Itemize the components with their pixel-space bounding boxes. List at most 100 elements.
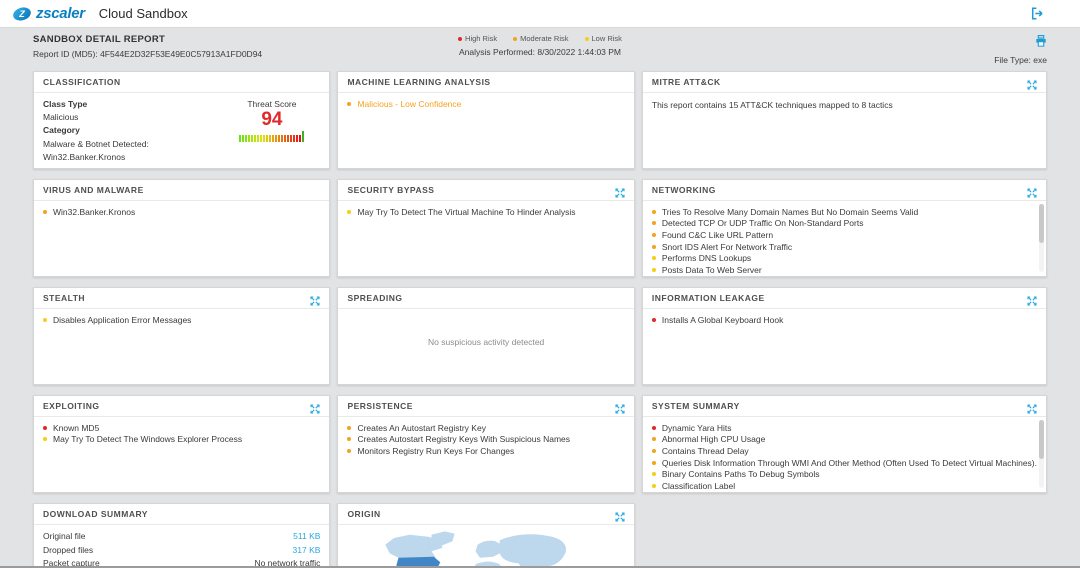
- moderate-risk-bullet: [652, 233, 656, 237]
- card-stealth: STEALTH Disables Application Error Messa…: [33, 287, 330, 385]
- expand-icon[interactable]: [615, 509, 625, 519]
- report-title: SANDBOX DETAIL REPORT: [33, 34, 353, 45]
- zscaler-swoosh-icon: Z: [12, 5, 32, 23]
- logout-icon[interactable]: [1031, 7, 1044, 25]
- finding-item: Snort IDS Alert For Network Traffic: [652, 241, 1037, 253]
- brand-wordmark: zscaler: [36, 5, 85, 22]
- threat-score-value: 94: [239, 110, 304, 130]
- finding-item: Known MD5: [43, 422, 320, 434]
- expand-icon[interactable]: [1027, 401, 1037, 411]
- finding-text: Posts Data To Web Server: [662, 265, 762, 275]
- legend-item-low: Low Risk: [585, 34, 622, 43]
- scrollbar-thumb[interactable]: [1039, 204, 1044, 243]
- classification-field: Category: [43, 124, 149, 137]
- low-risk-dot: [585, 37, 589, 41]
- card-system-summary: SYSTEM SUMMARY Dynamic Yara HitsAbnormal…: [642, 395, 1047, 493]
- expand-icon[interactable]: [1027, 77, 1037, 87]
- finding-text: Queries Disk Information Through WMI And…: [662, 458, 1037, 468]
- card-machine-learning: MACHINE LEARNING ANALYSIS Malicious - Lo…: [337, 71, 634, 169]
- finding-item: Binary Contains Paths To Debug Symbols: [652, 468, 1037, 480]
- legend-item-moderate: Moderate Risk: [513, 34, 568, 43]
- card-title: SECURITY BYPASS: [347, 185, 434, 195]
- finding-text: Found C&C Like URL Pattern: [662, 230, 773, 240]
- expand-icon[interactable]: [1027, 293, 1037, 303]
- card-title: SYSTEM SUMMARY: [652, 401, 740, 411]
- card-title: VIRUS AND MALWARE: [43, 185, 144, 195]
- finding-text: Monitors Registry Run Keys For Changes: [357, 446, 514, 456]
- low-risk-bullet: [652, 256, 656, 260]
- moderate-risk-bullet: [652, 210, 656, 214]
- report-id: Report ID (MD5): 4F544E2D32F53E49E0C5791…: [33, 49, 353, 59]
- analysis-performed: Analysis Performed: 8/30/2022 1:44:03 PM: [459, 47, 621, 57]
- expand-icon[interactable]: [615, 401, 625, 411]
- scrollbar-thumb[interactable]: [1039, 420, 1044, 459]
- card-download-summary: DOWNLOAD SUMMARY Original file511 KBDrop…: [33, 503, 330, 568]
- classification-field: Class Type: [43, 98, 149, 111]
- high-risk-dot: [458, 37, 462, 41]
- high-risk-bullet: [652, 318, 656, 322]
- finding-text: Win32.Banker.Kronos: [53, 207, 135, 217]
- download-link[interactable]: 511 KB: [293, 530, 320, 544]
- high-risk-bullet: [652, 426, 656, 430]
- system-summary-findings: Dynamic Yara HitsAbnormal High CPU Usage…: [643, 417, 1046, 492]
- moderate-risk-bullet: [347, 102, 351, 106]
- low-risk-bullet: [652, 472, 656, 476]
- stealth-findings: Disables Application Error Messages: [34, 309, 329, 384]
- card-virus-and-malware: VIRUS AND MALWARE Win32.Banker.Kronos: [33, 179, 330, 277]
- card-title: ORIGIN: [347, 509, 380, 519]
- card-title: MACHINE LEARNING ANALYSIS: [347, 77, 490, 87]
- card-title: INFORMATION LEAKAGE: [652, 293, 765, 303]
- card-origin: ORIGIN: [337, 503, 634, 568]
- threat-score-label: Threat Score: [239, 99, 304, 109]
- expand-icon[interactable]: [1027, 185, 1037, 195]
- summary-label: Dropped files: [43, 544, 93, 558]
- finding-item: Contains Thread Delay: [652, 445, 1037, 457]
- download-link[interactable]: 317 KB: [293, 544, 321, 558]
- low-risk-bullet: [43, 437, 47, 441]
- expand-icon[interactable]: [310, 401, 320, 411]
- moderate-risk-bullet: [652, 245, 656, 249]
- file-type: File Type: exe: [994, 55, 1047, 65]
- finding-item: Tries To Resolve Many Domain Names But N…: [652, 206, 1037, 218]
- finding-text: Known MD5: [53, 423, 99, 433]
- scrollbar[interactable]: [1039, 204, 1044, 272]
- expand-icon[interactable]: [615, 185, 625, 195]
- threat-score-box: Threat Score 94: [239, 99, 304, 164]
- information-leakage-findings: Installs A Global Keyboard Hook: [643, 309, 1046, 384]
- classification-field: Malware & Botnet Detected:: [43, 138, 149, 151]
- threat-gauge: [239, 131, 304, 142]
- print-icon[interactable]: [1035, 34, 1047, 52]
- legend-label: Low Risk: [592, 34, 622, 43]
- gauge-score-marker: [302, 131, 304, 142]
- finding-text: Tries To Resolve Many Domain Names But N…: [662, 207, 918, 217]
- moderate-risk-bullet: [347, 449, 351, 453]
- risk-legend: High Risk Moderate Risk Low Risk: [458, 34, 622, 43]
- card-networking: NETWORKING Tries To Resolve Many Domain …: [642, 179, 1047, 277]
- expand-icon[interactable]: [310, 293, 320, 303]
- finding-item: Found C&C Like URL Pattern: [652, 229, 1037, 241]
- report-right-block: File Type: exe: [727, 34, 1047, 65]
- finding-text: Snort IDS Alert For Network Traffic: [662, 242, 792, 252]
- finding-text: Classification Label: [662, 481, 735, 491]
- low-risk-bullet: [652, 484, 656, 488]
- zscaler-logo: Z zscaler: [12, 5, 85, 23]
- finding-text: Creates Autostart Registry Keys With Sus…: [357, 434, 570, 444]
- legend-label: Moderate Risk: [520, 34, 568, 43]
- finding-item: Monitors Registry Run Keys For Changes: [347, 445, 624, 457]
- report-meta-bar: SANDBOX DETAIL REPORT Report ID (MD5): 4…: [0, 28, 1080, 69]
- scrollbar[interactable]: [1039, 420, 1044, 488]
- low-risk-bullet: [43, 318, 47, 322]
- card-title: STEALTH: [43, 293, 85, 303]
- finding-text: Abnormal High CPU Usage: [662, 434, 765, 444]
- finding-text: Installs A Global Keyboard Hook: [662, 315, 783, 325]
- finding-item: Creates Autostart Registry Keys With Sus…: [347, 434, 624, 446]
- card-title: NETWORKING: [652, 185, 716, 195]
- low-risk-bullet: [652, 268, 656, 272]
- legend-item-high: High Risk: [458, 34, 497, 43]
- finding-item: Performs DNS Lookups: [652, 252, 1037, 264]
- card-security-bypass: SECURITY BYPASS May Try To Detect The Vi…: [337, 179, 634, 277]
- ml-findings: Malicious - Low Confidence: [338, 93, 633, 168]
- finding-text: Malicious - Low Confidence: [357, 99, 461, 109]
- classification-field: Win32.Banker.Kronos: [43, 151, 149, 164]
- download-summary-rows: Original file511 KBDropped files317 KBPa…: [34, 525, 329, 568]
